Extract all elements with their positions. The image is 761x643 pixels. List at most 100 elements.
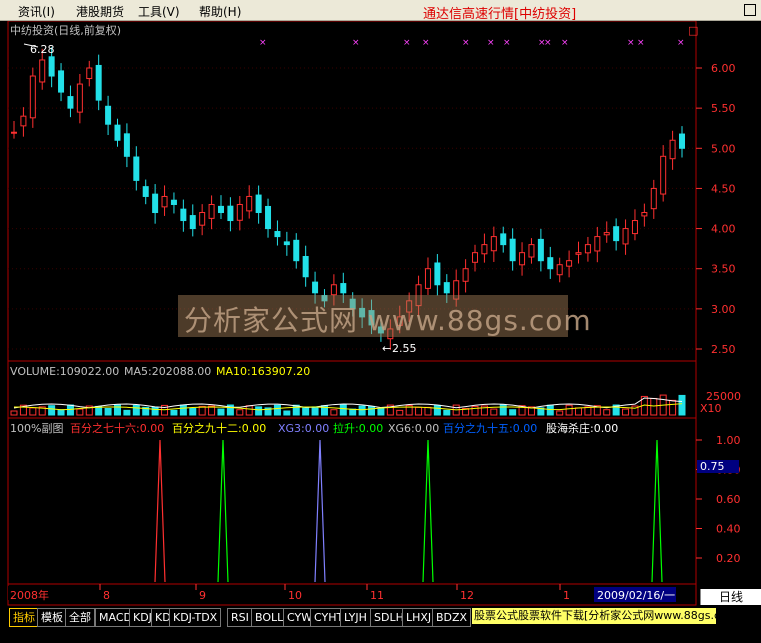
volume-bar: [236, 409, 244, 416]
tab-[interactable]: 模板: [37, 608, 67, 627]
ad-banner[interactable]: 股票公式股票软件下载[分析家公式网www.88gs.com]: [472, 608, 716, 624]
signal-mark: ×: [403, 38, 411, 48]
candle-body: [584, 244, 591, 254]
volume-bar: [368, 405, 376, 416]
indicator-tick: 0.60: [716, 493, 741, 506]
tab-lhxj[interactable]: LHXJ: [402, 608, 436, 627]
indicator-f1: 百分之七十六:0.00: [70, 421, 164, 435]
menu-info[interactable]: 资讯(I): [18, 3, 55, 20]
volume-bar: [509, 409, 517, 416]
indicator-f7: 股海杀庄:0.00: [546, 421, 618, 435]
volume-value: VOLUME:109022.00: [10, 365, 119, 378]
price-axis: 6.00 5.50 5.00 4.50 4.00 3.50 3.00 2.50: [696, 62, 736, 356]
candle-body: [227, 205, 234, 222]
volume-bar: [471, 405, 479, 416]
candle-body: [86, 67, 93, 80]
candle-body: [434, 262, 441, 286]
signal-mark: ×: [561, 38, 569, 48]
tab-lyjh[interactable]: LYJH: [340, 608, 371, 627]
candle-body: [170, 199, 177, 205]
signal-mark: ×: [352, 38, 360, 48]
volume-ma5: MA5:202088.00: [124, 365, 211, 378]
candle-body: [105, 105, 112, 125]
menu-help[interactable]: 帮助(H): [199, 3, 241, 20]
candle-body: [641, 212, 648, 217]
volume-bar: [424, 406, 432, 416]
candle-body: [631, 220, 638, 235]
price-tick: 4.00: [711, 223, 736, 236]
candle-body: [133, 156, 140, 181]
candle-body: [283, 241, 290, 246]
volume-bar: [132, 404, 140, 416]
volume-bar: [575, 407, 583, 416]
candle-body: [255, 194, 262, 214]
tab-bdzx[interactable]: BDZX: [432, 608, 472, 627]
signal-mark: ×: [637, 38, 645, 48]
tab-kdjtdx[interactable]: KDJ-TDX: [169, 608, 222, 627]
candle-body: [302, 256, 309, 278]
tab-rsi[interactable]: RSI: [227, 608, 253, 627]
time-tick: 12: [460, 589, 474, 602]
candle-body: [246, 195, 253, 212]
menu-tools[interactable]: 工具(V): [138, 3, 180, 20]
candle-body: [330, 284, 337, 296]
price-tick: 3.00: [711, 303, 736, 316]
price-tick: 6.00: [711, 62, 736, 75]
signal-mark: ×: [503, 38, 511, 48]
candle-body: [199, 212, 206, 226]
high-price-label: 6.28: [30, 43, 55, 56]
volume-bar: [622, 408, 630, 416]
candle-body: [236, 203, 243, 221]
volume-bar: [415, 406, 423, 416]
candle-body: [443, 282, 450, 294]
volume-bar: [330, 409, 338, 416]
candle-body: [528, 244, 535, 258]
signal-mark: ×: [487, 38, 495, 48]
indicator-f3: XG3:0.00: [278, 422, 329, 435]
candle-body: [509, 238, 516, 262]
volume-axis-unit: X10: [700, 402, 722, 415]
tab-[interactable]: 全部: [65, 608, 95, 627]
volume-bar: [650, 397, 658, 416]
time-tick: 1: [563, 589, 570, 602]
signal-mark: ×: [677, 38, 685, 48]
time-tick: 8: [103, 589, 110, 602]
indicator-name: 100%副图: [10, 422, 63, 435]
candle-body: [48, 56, 55, 77]
menu-hk-futures[interactable]: 港股期货: [76, 3, 124, 20]
candle-body: [490, 236, 497, 252]
stock-name: 中纺投资(日线,前复权): [10, 23, 121, 37]
candle-body: [95, 64, 102, 101]
volume-bar: [669, 399, 677, 416]
signal-marks: × × × × × × × ×× × × × ×: [259, 38, 685, 48]
candle-body: [123, 133, 130, 157]
volume-bar: [283, 410, 291, 416]
indicator-axis: 1.000.800.600.400.20: [696, 434, 741, 565]
volume-bar: [565, 404, 573, 416]
volume-bar: [66, 404, 74, 416]
time-tick: 2008年: [10, 588, 49, 602]
candle-body: [472, 252, 479, 263]
candle-body: [20, 115, 27, 127]
candle-body: [556, 264, 563, 276]
candle-body: [622, 228, 629, 245]
watermark: 分析家公式网 www.88gs.com: [178, 295, 591, 337]
volume-bar: [273, 404, 281, 416]
candle-body: [29, 75, 36, 119]
candle-body: [67, 96, 74, 109]
volume-bar: [179, 404, 187, 416]
volume-bar: [170, 409, 178, 416]
tab-[interactable]: 指标: [9, 608, 39, 627]
volume-bar: [151, 406, 159, 416]
day-period-button[interactable]: 日线: [700, 589, 761, 605]
low-arrow: ←: [382, 342, 391, 355]
candle-body: [180, 208, 187, 222]
close-icon[interactable]: [744, 4, 756, 16]
indicator-tick: 0.20: [716, 552, 741, 565]
tab-boll[interactable]: BOLL: [251, 608, 288, 627]
candle-body: [669, 139, 676, 160]
candle-body: [265, 205, 272, 230]
candle-body: [575, 252, 582, 255]
volume-bar: [311, 406, 319, 416]
volume-bar: [255, 406, 263, 416]
